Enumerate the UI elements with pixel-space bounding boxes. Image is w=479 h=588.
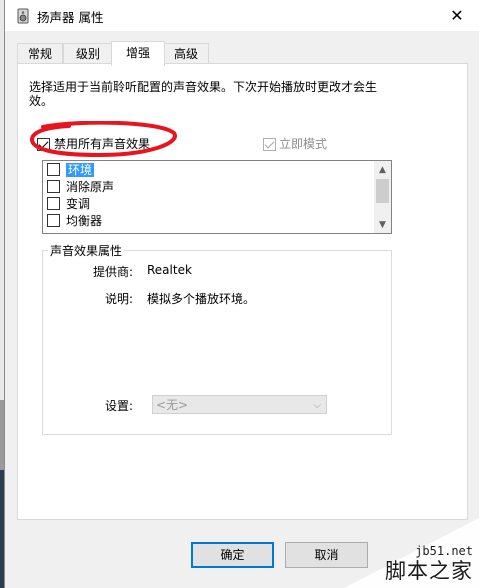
enhancements-description: 选择适用于当前聆听配置的声音效果。下次开始播放时更改才会生效。 (29, 80, 378, 108)
close-icon: ✕ (450, 6, 464, 25)
list-item[interactable]: 消除原声 (47, 179, 114, 195)
effect-properties-title: 声音效果属性 (48, 242, 125, 259)
list-item[interactable]: 环境 (47, 162, 95, 178)
disable-all-label: 禁用所有声音效果 (54, 137, 151, 151)
list-item[interactable]: 均衡器 (47, 213, 102, 229)
checkbox-icon[interactable] (47, 214, 60, 227)
checkbox-icon[interactable] (47, 163, 60, 176)
tab-advanced[interactable]: 高级 (163, 43, 209, 65)
list-item[interactable]: 变调 (47, 196, 90, 212)
tab-general[interactable]: 常规 (17, 43, 63, 65)
immediate-mode-label: 立即模式 (279, 137, 328, 151)
description-label: 说明: (104, 292, 133, 306)
effect-label: 变调 (66, 197, 91, 211)
checkbox-checked-icon (37, 138, 50, 151)
tab-enhancements[interactable]: 增强 (111, 41, 165, 66)
cancel-button[interactable]: 取消 (285, 542, 368, 568)
speaker-icon (17, 8, 29, 24)
checkbox-icon[interactable] (47, 180, 60, 193)
close-button[interactable]: ✕ (434, 0, 479, 31)
description-value: 模拟多个播放环境。 (147, 292, 256, 306)
checkbox-icon[interactable] (47, 197, 60, 210)
effect-label: 消除原声 (66, 180, 115, 194)
scroll-down-icon[interactable]: ▼ (374, 216, 391, 233)
checkbox-disabled-icon (263, 138, 276, 151)
immediate-mode-checkbox[interactable]: 立即模式 (263, 135, 327, 152)
settings-label: 设置: (104, 399, 133, 413)
window-title: 扬声器 属性 (37, 10, 104, 25)
provider-label: 提供商: (92, 265, 133, 279)
list-scrollbar[interactable]: ▲ ▼ (374, 161, 391, 233)
settings-value: <无> (156, 398, 189, 412)
ok-button[interactable]: 确定 (191, 542, 274, 568)
tab-levels[interactable]: 级别 (63, 43, 113, 65)
scroll-up-icon[interactable]: ▲ (374, 161, 391, 178)
provider-value: Realtek (147, 263, 192, 277)
chevron-down-icon: ⌵ (313, 400, 321, 411)
properties-window: 扬声器 属性 ✕ 常规 级别 增强 高级 选择适用于当前聆听配置的声音效果。下次… (4, 0, 479, 588)
effect-label: 环境 (66, 163, 95, 177)
disable-all-effects-checkbox[interactable]: 禁用所有声音效果 (37, 135, 150, 152)
scroll-thumb[interactable] (376, 179, 389, 203)
title-bar: 扬声器 属性 ✕ (5, 0, 479, 31)
effect-label: 均衡器 (66, 214, 103, 228)
effects-list[interactable]: 环境 消除原声 变调 均衡器 ▲ ▼ (42, 160, 392, 234)
settings-dropdown[interactable]: <无> ⌵ (152, 395, 327, 414)
